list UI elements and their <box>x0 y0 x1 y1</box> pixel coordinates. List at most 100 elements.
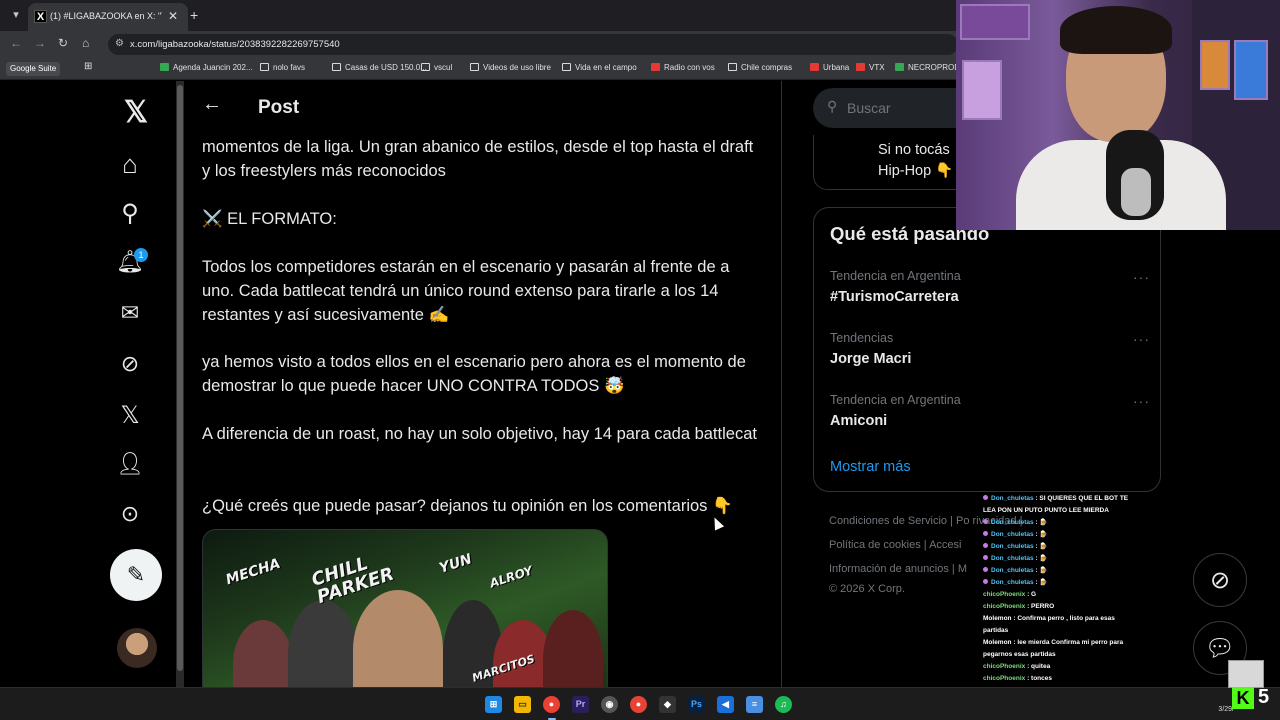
chat-message: Don_chuletas : 🍺 <box>983 577 1133 589</box>
nav-scrollbar-thumb[interactable] <box>177 85 183 671</box>
streamer-hair <box>1060 6 1172 54</box>
apps-grid-icon[interactable]: ⊞ <box>84 61 92 72</box>
sidebar-card-partial: Si no tocás Hip-Hop 👇 <box>813 135 973 190</box>
start-menu-icon[interactable]: ⊞ <box>485 696 502 713</box>
back-arrow-icon[interactable]: ← <box>202 93 222 116</box>
image-figure <box>233 620 293 687</box>
page-title: Post <box>258 97 300 118</box>
trend-item[interactable]: Tendencia en Argentina #TurismoCarretera… <box>830 269 1150 319</box>
account-avatar[interactable] <box>117 628 157 668</box>
trend-more-icon[interactable]: ··· <box>1133 331 1150 347</box>
x-favicon-icon: X <box>34 10 47 23</box>
footer-links[interactable]: Política de cookies | Accesi <box>829 539 961 551</box>
bookmark-favicon-icon <box>810 63 819 71</box>
bookmark-item[interactable]: nolo favs <box>260 63 305 72</box>
photoshop-icon[interactable]: Ps <box>688 696 705 713</box>
grok-icon[interactable]: ⊘ <box>110 351 150 377</box>
bookmark-item[interactable]: VTX <box>856 63 885 72</box>
chat-badge-icon <box>983 519 988 524</box>
chat-message: Don_chuletas : 🍺 <box>983 553 1133 565</box>
trend-more-icon[interactable]: ··· <box>1133 393 1150 409</box>
home-icon[interactable]: ⌂ <box>82 36 89 50</box>
chat-username: chicoPhoenix <box>983 663 1026 670</box>
bookmark-item[interactable]: Vida en el campo <box>562 63 637 72</box>
bookmark-item[interactable]: vscul <box>421 63 452 72</box>
bookmark-label: Videos de uso libre <box>483 63 551 72</box>
bookmark-favicon-icon <box>856 63 865 71</box>
site-info-icon[interactable]: ⚙ <box>115 38 124 49</box>
show-more-link[interactable]: Mostrar más <box>830 459 911 475</box>
bookmark-item[interactable]: Casas de USD 150.0... <box>332 63 427 72</box>
folder-icon <box>332 63 341 71</box>
profile-person-icon[interactable]: 👤︎ <box>110 451 150 477</box>
messages-mail-icon[interactable]: ✉ <box>110 300 150 326</box>
spotify-icon[interactable]: ♫ <box>775 696 792 713</box>
tab-search-button[interactable]: ▾ <box>6 6 26 24</box>
address-bar[interactable]: ⚙ x.com/ligabazooka/status/2038392282269… <box>108 34 958 55</box>
forward-nav-icon[interactable]: → <box>34 36 46 50</box>
compose-post-button[interactable]: ✎ <box>110 549 162 601</box>
bookmark-label: vscul <box>434 63 453 72</box>
post-header: ← Post <box>184 81 781 134</box>
bookmark-item[interactable]: Videos de uso libre <box>470 63 551 72</box>
bookmark-item[interactable]: Agenda Juancin 202... <box>160 63 253 72</box>
folder-icon <box>562 63 571 71</box>
chat-username: Don_chuletas <box>991 543 1034 550</box>
bookmark-item[interactable]: Urbana <box>810 63 849 72</box>
premium-x-icon[interactable]: 𝕏 <box>110 401 150 430</box>
trend-name: #TurismoCarretera <box>830 289 959 305</box>
post-media-image[interactable]: MECHA CHILL PARKER YUN ALROY MARCITOS <box>202 529 608 687</box>
chat-badge-icon <box>983 579 988 584</box>
browser-tab-active[interactable]: X (1) #LIGABAZOOKA en X: "TOD ✕ <box>28 3 188 31</box>
streamer-small-avatar <box>1228 660 1264 688</box>
chat-message: Don_chuletas : 🍺 <box>983 529 1133 541</box>
footer-links[interactable]: Información de anuncios | M <box>829 563 967 575</box>
bookmark-item[interactable]: NECROPROD <box>895 63 960 72</box>
file-explorer-icon[interactable]: ▭ <box>514 696 531 713</box>
post-paragraph: ⚔️ EL FORMATO: <box>202 210 337 228</box>
more-options-icon[interactable]: ⊙ <box>110 501 150 527</box>
new-tab-button[interactable]: + <box>190 7 198 23</box>
home-nav-icon[interactable]: ⌂ <box>110 149 150 180</box>
bookmark-google-suite[interactable]: Google Suite <box>6 62 61 76</box>
trend-item[interactable]: Tendencia en Argentina Amiconi ··· <box>830 393 1150 443</box>
chat-username: Molemon <box>983 639 1012 646</box>
notepad-icon[interactable]: ≡ <box>746 696 763 713</box>
bookmark-label: Agenda Juancin 202... <box>173 63 253 72</box>
explore-search-icon[interactable]: ⚲ <box>110 199 150 228</box>
system-clock: 3/29/ <box>1218 706 1234 713</box>
stream-chat: Don_chuletas : SI QUIERES QUE EL BOT TE … <box>983 493 1133 685</box>
footer-copyright: © 2026 X Corp. <box>829 583 905 595</box>
bookmark-item[interactable]: Radio con vos <box>651 63 715 72</box>
x-logo-icon[interactable]: 𝕏 <box>116 95 156 130</box>
chat-message: chicoPhoenix : G <box>983 589 1133 601</box>
chat-text: quitea <box>1031 663 1051 670</box>
premiere-icon[interactable]: Pr <box>572 696 589 713</box>
notification-count-badge: 1 <box>134 248 148 262</box>
grok-floating-icon[interactable]: ⊘ <box>1193 553 1247 607</box>
bookmark-label: Radio con vos <box>664 63 715 72</box>
post-paragraph: Todos los competidores estarán en el esc… <box>202 258 730 324</box>
back-nav-icon[interactable]: ← <box>10 36 22 50</box>
app-icon[interactable]: ◆ <box>659 696 676 713</box>
chat-username: Don_chuletas <box>991 531 1034 538</box>
webcam-poster <box>1200 40 1230 90</box>
chat-text: 🍺 <box>1039 519 1048 526</box>
chrome-profile-icon[interactable]: ● <box>630 696 647 713</box>
bookmark-label: Vida en el campo <box>575 63 637 72</box>
x-left-nav: 𝕏 ⌂ ⚲ 🔔︎ ✉ ⊘ 𝕏 👤︎ ⊙ <box>0 81 180 687</box>
bookmark-label: Urbana <box>823 63 850 72</box>
chat-text: 🍺 <box>1039 567 1048 574</box>
obs-icon[interactable]: ◉ <box>601 696 618 713</box>
chrome-icon[interactable]: ● <box>543 696 560 713</box>
trend-item[interactable]: Tendencias Jorge Macri ··· <box>830 331 1150 381</box>
trend-more-icon[interactable]: ··· <box>1133 269 1150 285</box>
image-figure <box>353 590 443 687</box>
chat-username: Don_chuletas <box>991 579 1034 586</box>
reload-icon[interactable]: ↻ <box>58 36 68 50</box>
app-icon[interactable]: ◀ <box>717 696 734 713</box>
bookmark-item[interactable]: Chile compras <box>728 63 792 72</box>
tab-close-icon[interactable]: ✕ <box>168 9 178 23</box>
chat-message: chicoPhoenix : PERRO <box>983 601 1133 613</box>
chat-username: chicoPhoenix <box>983 591 1026 598</box>
